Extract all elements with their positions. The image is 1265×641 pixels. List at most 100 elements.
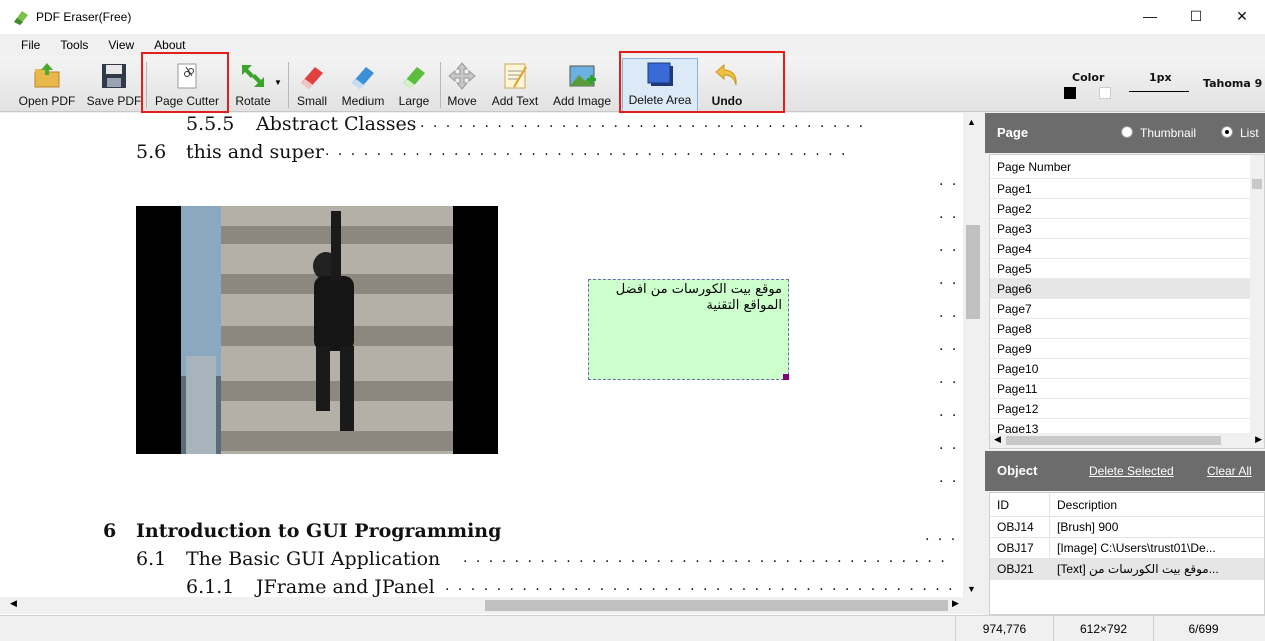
canvas-horizontal-scrollbar[interactable]: ◀ ▶ (0, 597, 983, 614)
rotate-dropdown-arrow-icon[interactable]: ▼ (274, 78, 282, 87)
menu-tools[interactable]: Tools (50, 34, 98, 56)
minimize-button[interactable]: — (1127, 0, 1173, 32)
right-panel: Page Thumbnail List Page Number Page1 Pag… (985, 113, 1265, 615)
eraser-large-button[interactable]: Large (394, 60, 434, 112)
green-eraser-icon (403, 67, 425, 89)
page-list-item[interactable]: Page11 (990, 379, 1264, 399)
color-label: Color (1072, 71, 1105, 84)
menu-view[interactable]: View (98, 34, 144, 56)
page-list-scroll-thumb[interactable] (1252, 179, 1262, 189)
object-id-column-header: ID (990, 493, 1050, 516)
scroll-right-icon[interactable]: ▶ (952, 598, 959, 609)
page-list-item[interactable]: Page7 (990, 299, 1264, 319)
object-description: [Image] C:\Users\trust01\De... (1057, 541, 1216, 555)
rotate-button[interactable]: Rotate (230, 60, 276, 112)
page-list-item[interactable]: Page8 (990, 319, 1264, 339)
scroll-up-icon[interactable]: ▲ (967, 117, 976, 127)
maximize-button[interactable]: ☐ (1173, 0, 1219, 32)
page-list-item[interactable]: Page4 (990, 239, 1264, 259)
object-list-row[interactable]: OBJ17 [Image] C:\Users\trust01\De... (990, 538, 1264, 559)
object-id: OBJ17 (990, 538, 1050, 558)
added-text-box[interactable]: موقع بيت الكورسات من افضل المواقع التقني… (588, 279, 789, 380)
pdf-canvas[interactable]: 5.5.5 Abstract Classes . . . . . . . . .… (0, 113, 983, 615)
open-folder-icon (34, 63, 60, 88)
dot-column: . . . . . . . . . . . . . . . . . . . . … (925, 173, 959, 544)
scroll-left-icon[interactable]: ◀ (10, 598, 17, 609)
save-pdf-button[interactable]: Save PDF (84, 60, 144, 112)
page-panel-title: Page (997, 125, 1029, 140)
page-list-item[interactable]: Page3 (990, 219, 1264, 239)
line-width-label[interactable]: 1px (1149, 71, 1172, 84)
scroll-left-icon[interactable]: ◀ (994, 434, 1001, 445)
page-list-item[interactable]: Page10 (990, 359, 1264, 379)
list-option-label[interactable]: List (1240, 126, 1259, 140)
added-text-content: موقع بيت الكورسات من افضل المواقع التقني… (615, 282, 782, 313)
toolbar-separator (288, 62, 289, 108)
move-button[interactable]: Move (443, 60, 481, 112)
page-list-hscroll[interactable]: ◀ ▶ (990, 433, 1264, 448)
page-list[interactable]: Page Number Page1 Page2 Page3 Page4 Page5 Pag… (989, 154, 1265, 449)
highlight-delete-undo (619, 51, 785, 113)
page-list-vscroll[interactable] (1250, 155, 1264, 435)
thumbnail-option-label[interactable]: Thumbnail (1140, 126, 1196, 140)
object-list[interactable]: ID Description OBJ14 [Brush] 900 OBJ17 [Ima… (989, 492, 1265, 615)
text-note-icon (504, 63, 527, 89)
clear-all-link[interactable]: Clear All (1207, 464, 1252, 478)
toc-num-5-5-5: 5.5.5 (186, 113, 235, 135)
toc-text-jframe-jpanel: JFrame and JPanel (256, 576, 435, 598)
page-list-item[interactable]: Page12 (990, 399, 1264, 419)
page-list-item[interactable]: Page2 (990, 199, 1264, 219)
font-label[interactable]: Tahoma 9 (1203, 77, 1262, 90)
title-bar: PDF Eraser(Free) — ☐ ✕ (0, 0, 1265, 34)
page-list-item[interactable]: Page5 (990, 259, 1264, 279)
horizontal-scroll-thumb[interactable] (485, 600, 948, 611)
page-list-header: Page Number (990, 155, 1264, 179)
toc-leader-dots: . . . . . . . . . . . . . . . . . . . . … (325, 143, 848, 159)
list-radio[interactable] (1221, 126, 1233, 138)
object-list-row[interactable]: OBJ21 [Text] موقع بيت الكورسات من... (990, 559, 1264, 580)
object-id: OBJ21 (990, 559, 1050, 579)
page-panel-header: Page Thumbnail List (985, 113, 1265, 153)
object-description: [Text] موقع بيت الكورسات من... (1057, 562, 1219, 576)
resize-handle[interactable] (783, 374, 789, 380)
window-title: PDF Eraser(Free) (36, 10, 132, 24)
scroll-right-icon[interactable]: ▶ (1255, 434, 1262, 445)
chapter-title: Introduction to GUI Programming (136, 520, 502, 542)
close-icon: ✕ (1236, 7, 1248, 24)
menu-file[interactable]: File (0, 34, 50, 56)
toc-leader-dots: . . . . . . . . . . . . . . . . . . . . … (445, 578, 955, 594)
page-list-item[interactable]: Page1 (990, 179, 1264, 199)
line-width-preview (1129, 91, 1189, 92)
scroll-down-icon[interactable]: ▼ (967, 584, 976, 594)
chapter-number: 6 (103, 520, 117, 542)
close-button[interactable]: ✕ (1219, 0, 1265, 32)
blue-eraser-icon (352, 67, 374, 89)
background-color-swatch[interactable] (1099, 87, 1111, 99)
image-add-icon (569, 65, 596, 87)
minimize-icon: — (1143, 8, 1157, 24)
eraser-medium-button[interactable]: Medium (338, 60, 388, 112)
page-list-hscroll-thumb[interactable] (1006, 436, 1221, 445)
embedded-image[interactable] (136, 206, 498, 454)
page-list-item[interactable]: Page9 (990, 339, 1264, 359)
delete-selected-link[interactable]: Delete Selected (1089, 464, 1174, 478)
add-image-button[interactable]: Add Image (549, 60, 615, 112)
canvas-vertical-scrollbar[interactable]: ▲ ▼ (963, 113, 983, 598)
object-list-header: ID Description (990, 493, 1264, 517)
toc-text-this-and-super: this and super (186, 141, 324, 163)
object-list-row[interactable]: OBJ14 [Brush] 900 (990, 517, 1264, 538)
cursor-coords: 974,776 (955, 616, 1053, 641)
vertical-scroll-thumb[interactable] (966, 225, 980, 319)
foreground-color-swatch[interactable] (1064, 87, 1076, 99)
object-id: OBJ14 (990, 517, 1050, 537)
eraser-small-button[interactable]: Small (292, 60, 332, 112)
add-text-button[interactable]: Add Text (487, 60, 543, 112)
save-disk-icon (102, 64, 126, 88)
toc-leader-dots: . . . . . . . . . . . . . . . . . . . . … (463, 550, 947, 566)
thumbnail-radio[interactable] (1121, 126, 1133, 138)
object-panel-header: Object Delete Selected Clear All (985, 451, 1265, 491)
object-desc-column-header: Description (1057, 498, 1118, 512)
open-pdf-button[interactable]: Open PDF (17, 60, 77, 112)
page-list-item[interactable]: Page6 (990, 279, 1264, 299)
highlight-page-cutter (141, 52, 229, 113)
